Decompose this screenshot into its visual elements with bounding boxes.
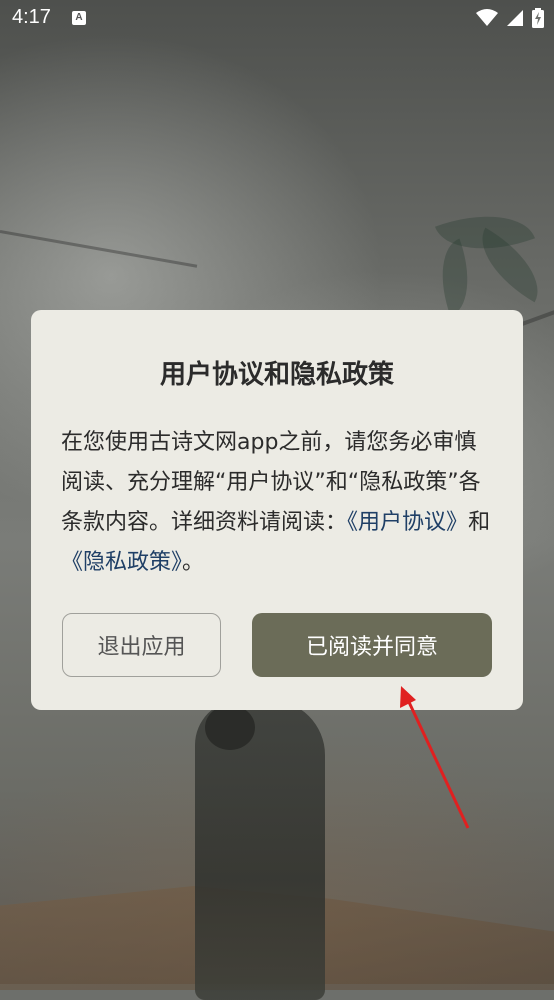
red-arrow-annotation <box>400 686 470 829</box>
